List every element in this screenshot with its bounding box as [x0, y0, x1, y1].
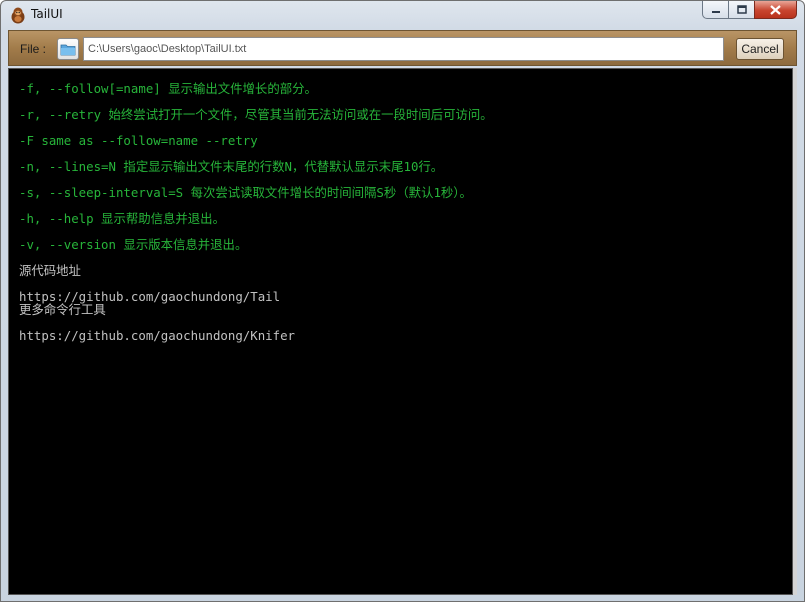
- console-line: -s, --sleep-interval=S 每次尝试读取文件增长的时间间隔S秒…: [19, 185, 472, 200]
- console-line: -n, --lines=N 指定显示输出文件末尾的行数N，代替默认显示末尾10行…: [19, 159, 444, 174]
- tail-output-console[interactable]: -f, --follow[=name] 显示输出文件增长的部分。 -r, --r…: [8, 68, 793, 595]
- console-line: -f, --follow[=name] 显示输出文件增长的部分。: [19, 81, 317, 96]
- console-line: 更多命令行工具: [19, 302, 106, 317]
- file-toolbar: File : Cancel: [8, 30, 797, 66]
- tailui-window: TailUI File : Cancel -f, --follow[=name]…: [0, 0, 805, 602]
- file-label: File :: [20, 42, 47, 56]
- console-line: -h, --help 显示帮助信息并退出。: [19, 211, 225, 226]
- minimize-button[interactable]: [702, 1, 728, 19]
- console-line: 源代码地址: [19, 263, 81, 278]
- console-line: -F same as --follow=name --retry: [19, 133, 258, 148]
- caption-buttons: [702, 1, 797, 20]
- maximize-button[interactable]: [728, 1, 754, 19]
- title-bar[interactable]: TailUI: [1, 1, 804, 29]
- gorilla-app-icon: [11, 7, 25, 24]
- console-line: -r, --retry 始终尝试打开一个文件，尽管其当前无法访问或在一段时间后可…: [19, 107, 493, 122]
- minimize-icon: [711, 10, 720, 13]
- browse-folder-button[interactable]: [57, 38, 79, 60]
- maximize-icon: [736, 5, 747, 14]
- window-title: TailUI: [31, 7, 63, 21]
- close-icon: [770, 4, 781, 15]
- file-path-input[interactable]: [83, 37, 724, 61]
- cancel-button[interactable]: Cancel: [736, 38, 784, 60]
- close-button[interactable]: [754, 1, 797, 19]
- folder-icon: [60, 44, 76, 55]
- console-link-line: https://github.com/gaochundong/Knifer: [19, 328, 296, 343]
- console-line: -v, --version 显示版本信息并退出。: [19, 237, 248, 252]
- console-edge: [793, 68, 797, 595]
